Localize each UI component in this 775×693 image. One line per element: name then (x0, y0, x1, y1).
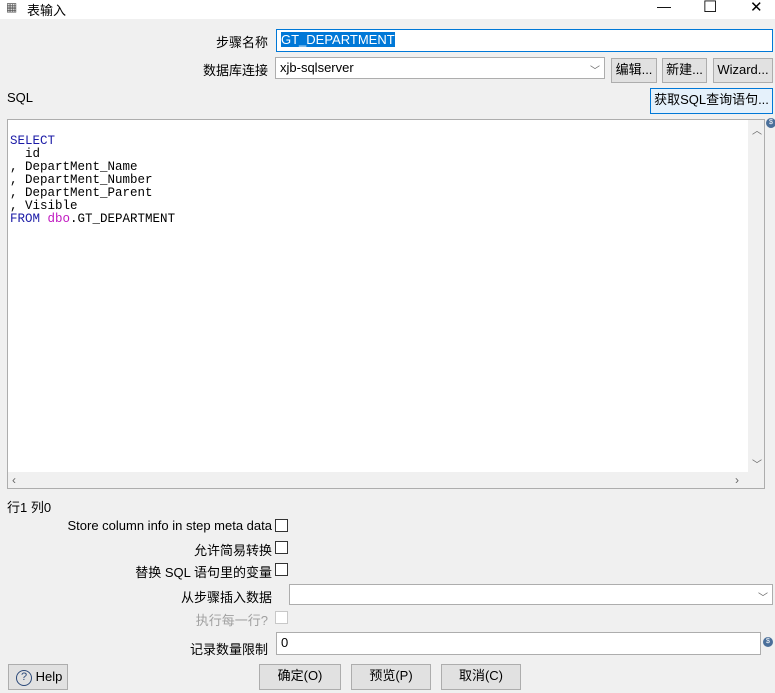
insert-from-step-label: 从步骤插入数据 (180, 590, 272, 605)
db-connection-label: 数据库连接 (202, 63, 268, 78)
lazy-conversion-checkbox[interactable] (275, 541, 288, 554)
sql-keyword: FROM (10, 212, 41, 226)
replace-variables-checkbox[interactable] (275, 563, 288, 576)
chevron-down-icon: ﹀ (758, 593, 768, 604)
lazy-conversion-label: 允许简易转换 (193, 543, 272, 558)
variable-icon: $ (766, 118, 775, 128)
scroll-left-icon[interactable]: ‹ (12, 473, 16, 487)
ok-button[interactable]: 确定(O) (259, 664, 341, 690)
limit-value: 0 (281, 635, 289, 650)
sql-code: SELECT id, DepartMent_Name, DepartMent_N… (10, 122, 175, 252)
sql-table: .GT_DEPARTMENT (70, 212, 176, 226)
cursor-position: 行1 列0 (7, 500, 52, 515)
step-name-value: GT_DEPARTMENT (281, 32, 395, 47)
scroll-right-icon[interactable]: › (735, 473, 739, 487)
sql-label: SQL (7, 90, 34, 105)
store-column-info-label: Store column info in step meta data (67, 518, 272, 533)
horizontal-scrollbar[interactable]: ‹ › (8, 472, 764, 488)
step-name-label: 步骤名称 (215, 35, 268, 50)
maximize-button[interactable]: ☐ (703, 0, 717, 17)
close-button[interactable]: ✕ (750, 0, 763, 16)
db-connection-value: xjb-sqlserver (280, 60, 354, 75)
store-column-info-checkbox[interactable] (275, 519, 288, 532)
step-name-input[interactable]: GT_DEPARTMENT (276, 29, 773, 52)
title-bar: ▦ 表输入 — ☐ ✕ (0, 0, 775, 19)
preview-button[interactable]: 预览(P) (351, 664, 431, 690)
new-connection-button[interactable]: 新建... (662, 58, 707, 83)
vertical-scrollbar[interactable]: ︿ ﹀ (748, 120, 764, 473)
table-input-icon: ▦ (6, 0, 18, 14)
variable-icon: $ (763, 637, 773, 647)
edit-connection-button[interactable]: 编辑... (611, 58, 657, 83)
window-title: 表输入 (27, 3, 67, 18)
scroll-down-icon[interactable]: ﹀ (752, 456, 762, 471)
scroll-up-icon[interactable]: ︿ (752, 122, 762, 137)
insert-from-step-select[interactable]: ﹀ (289, 584, 773, 605)
sql-editor[interactable]: SELECT id, DepartMent_Name, DepartMent_N… (7, 119, 765, 489)
limit-label: 记录数量限制 (189, 642, 268, 657)
db-connection-select[interactable]: xjb-sqlserver ﹀ (275, 57, 605, 79)
get-sql-query-button[interactable]: 获取SQL查询语句... (650, 88, 773, 114)
sql-schema: dbo (47, 212, 71, 226)
help-icon: ? (16, 669, 32, 686)
sql-line: FROM dbo.GT_DEPARTMENT (10, 213, 175, 226)
help-button[interactable]: ? Help (8, 664, 68, 690)
execute-each-row-label: 执行每一行? (195, 613, 268, 628)
chevron-down-icon: ﹀ (590, 66, 600, 77)
minimize-button[interactable]: — (657, 0, 671, 14)
cancel-button[interactable]: 取消(C) (441, 664, 521, 690)
wizard-button[interactable]: Wizard... (713, 58, 773, 83)
limit-input[interactable]: 0 (276, 632, 761, 655)
help-label: Help (35, 669, 63, 684)
execute-each-row-checkbox (275, 611, 288, 624)
replace-variables-label: 替换 SQL 语句里的变量 (135, 565, 272, 580)
sql-line: SELECT (10, 134, 56, 148)
